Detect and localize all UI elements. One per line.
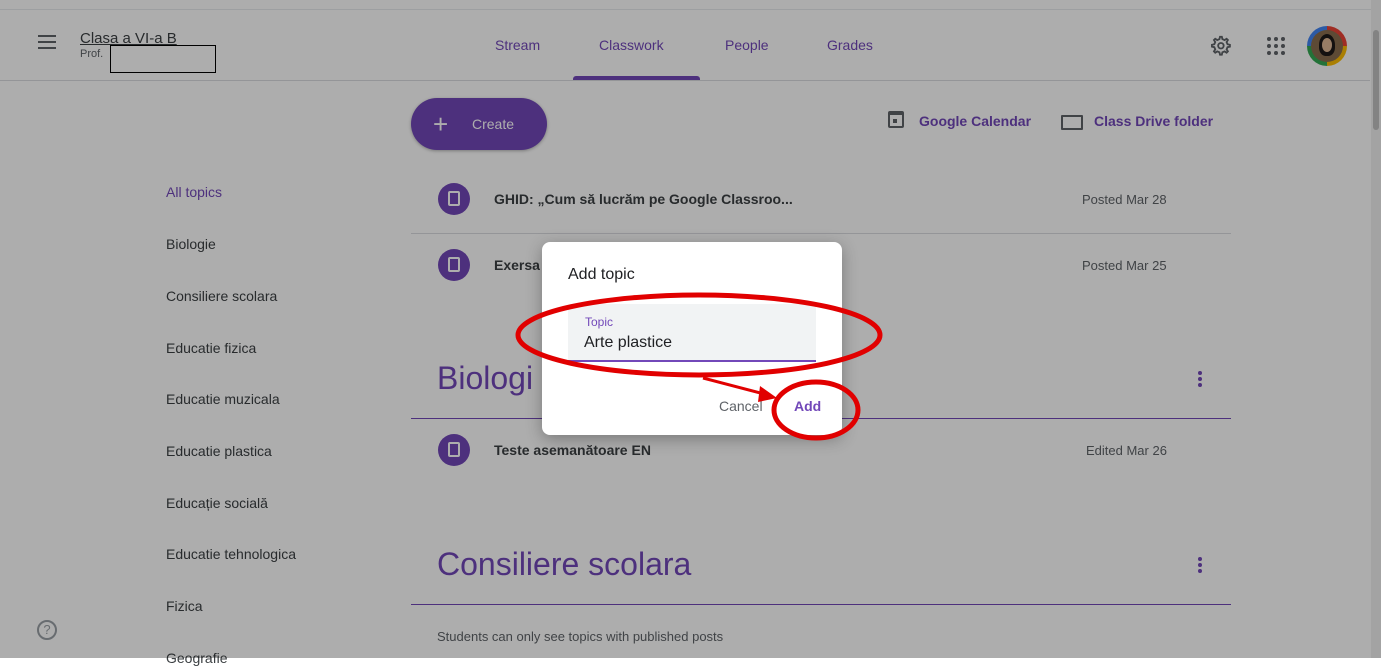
- topic-field[interactable]: Topic: [568, 304, 816, 362]
- topic-field-label: Topic: [585, 315, 614, 329]
- cancel-button[interactable]: Cancel: [719, 398, 763, 414]
- topic-input[interactable]: [584, 332, 804, 354]
- add-topic-dialog: Add topic Topic Cancel Add: [542, 242, 842, 435]
- add-button[interactable]: Add: [794, 398, 821, 414]
- dialog-title: Add topic: [568, 266, 635, 283]
